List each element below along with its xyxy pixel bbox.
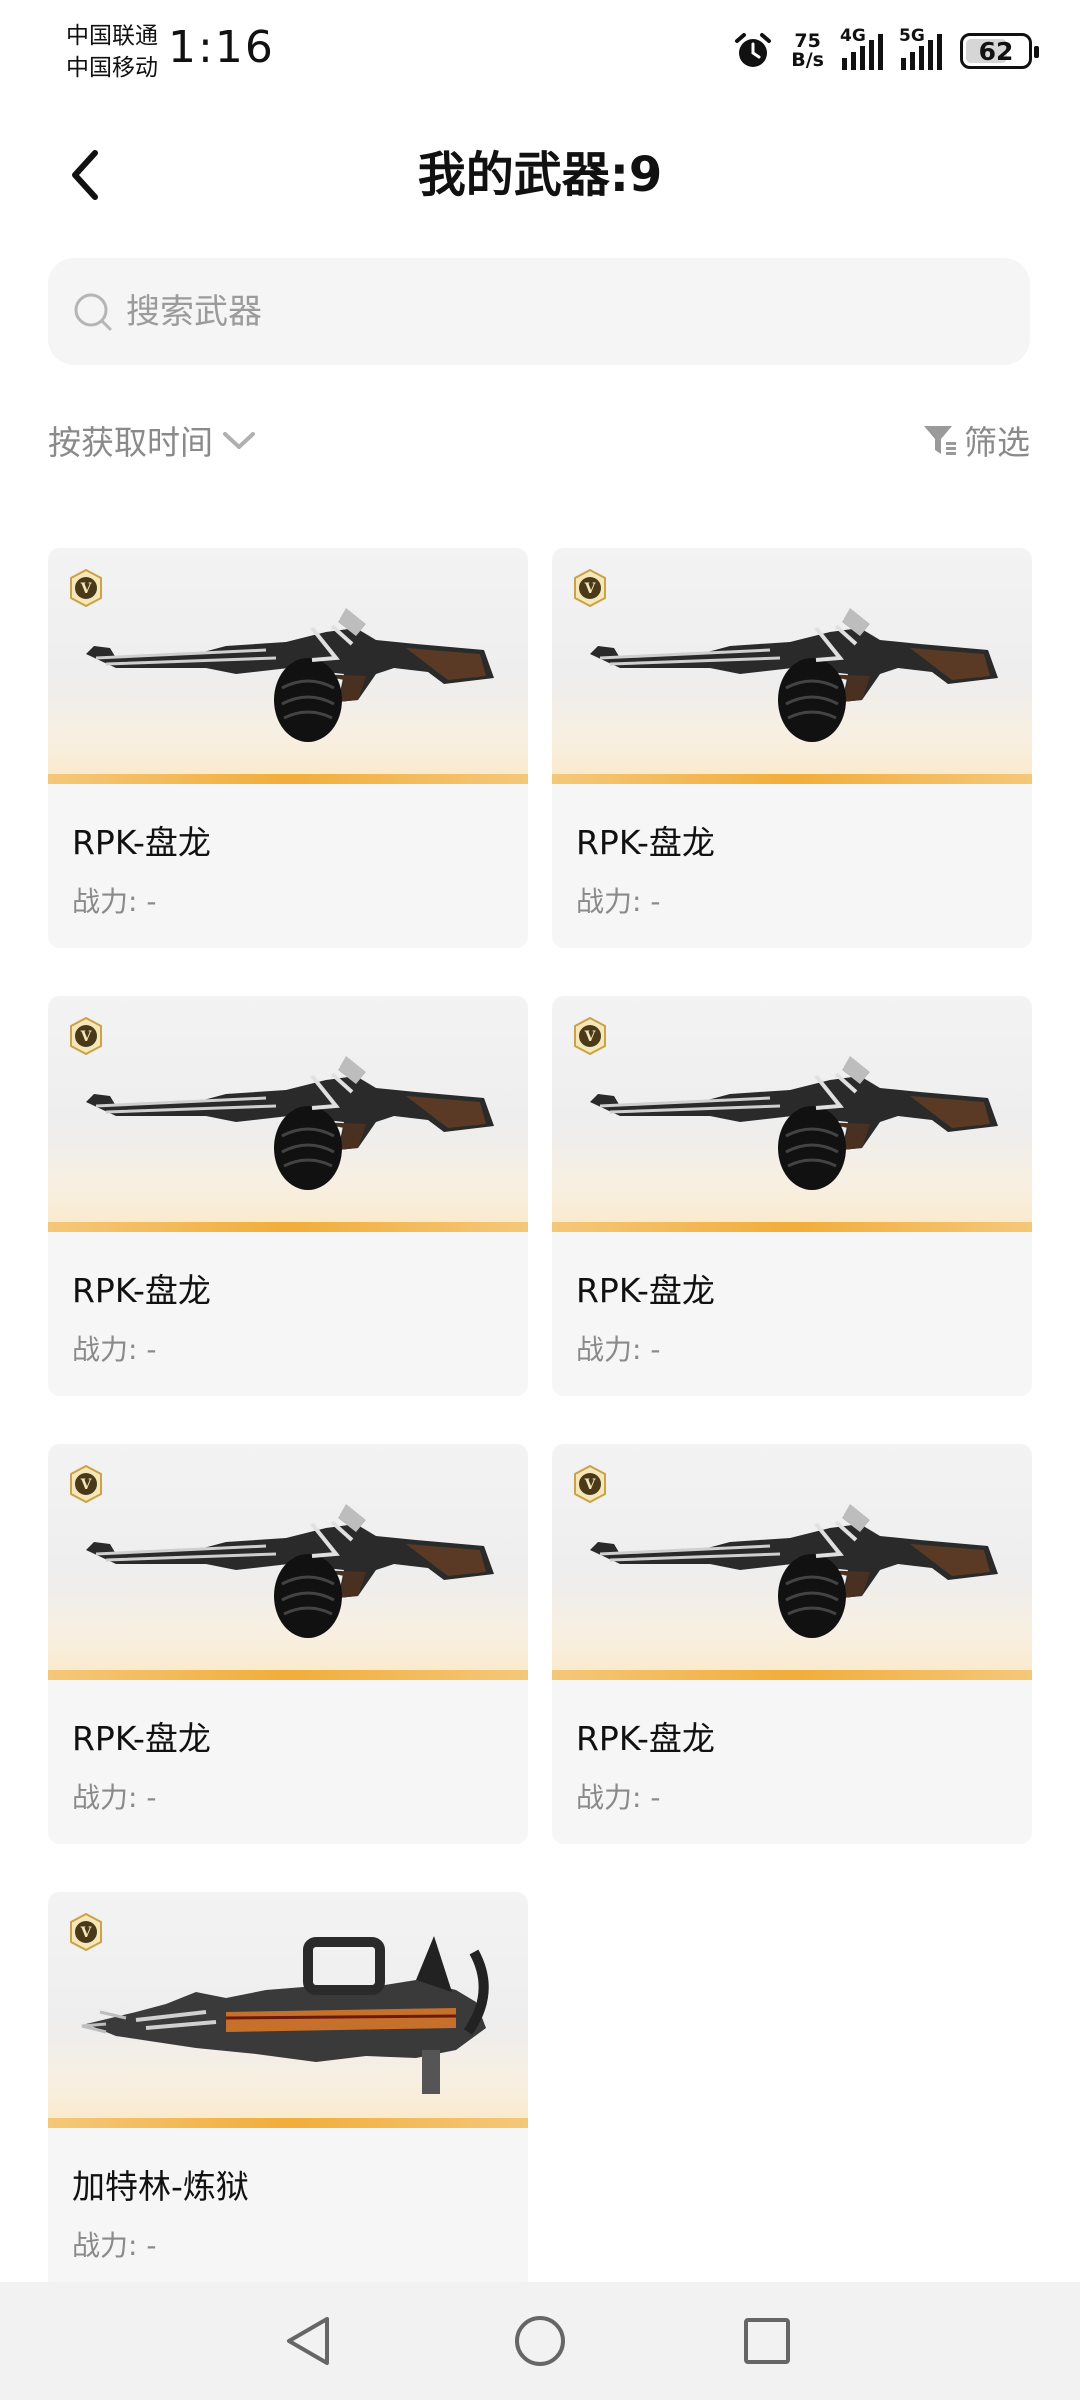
network-type-1: 4G [840, 26, 866, 46]
weapon-card[interactable]: V RPK-盘龙战力: - [552, 548, 1032, 948]
weapon-thumbnail: V [552, 548, 1032, 784]
filter-label: 筛选 [964, 423, 1030, 462]
nav-back-button[interactable] [272, 2306, 342, 2376]
weapon-image-rpk [590, 608, 998, 742]
weapon-image-rpk [86, 1056, 494, 1190]
weapon-thumbnail: V [552, 996, 1032, 1232]
weapon-image-rpk [86, 1504, 494, 1638]
nav-home-button[interactable] [505, 2306, 575, 2376]
carrier-1: 中国联通 [66, 23, 158, 49]
weapon-power: 战力: - [576, 1333, 661, 1366]
carrier-2: 中国移动 [66, 55, 158, 81]
weapon-thumbnail: V [48, 548, 528, 784]
back-triangle-icon [287, 2317, 329, 2365]
carrier-info: 中国联通 中国移动 [66, 20, 158, 84]
nav-recents-button[interactable] [732, 2306, 802, 2376]
search-input[interactable] [126, 291, 986, 332]
filter-icon [924, 426, 956, 455]
network-type-2: 5G [899, 26, 925, 46]
battery-icon: 62 [960, 33, 1039, 69]
weapon-power: 战力: - [72, 885, 157, 918]
weapon-image-rpk [590, 1056, 998, 1190]
chevron-down-icon [223, 432, 255, 449]
weapon-name: RPK-盘龙 [576, 823, 715, 862]
battery-level: 62 [978, 36, 1014, 66]
weapon-image-rpk [86, 608, 494, 742]
weapon-card[interactable]: V RPK-盘龙战力: - [552, 1444, 1032, 1844]
weapon-thumbnail: V [48, 1892, 528, 2128]
sort-label: 按获取时间 [48, 423, 213, 462]
weapon-thumbnail: V [552, 1444, 1032, 1680]
weapon-thumbnail: V [48, 1444, 528, 1680]
weapon-image-rpk [590, 1504, 998, 1638]
status-icons: 75 B/s 4G 5G 62 [733, 26, 1039, 74]
signal-icon-1: 4G [840, 26, 883, 70]
signal-icon-2: 5G [899, 26, 942, 70]
back-button[interactable] [50, 140, 120, 210]
weapon-image-gatling [81, 1936, 489, 2094]
recents-square-icon [744, 2318, 790, 2364]
filter-button[interactable]: 筛选 [922, 410, 1030, 470]
weapon-power: 战力: - [72, 1781, 157, 1814]
home-circle-icon [515, 2316, 565, 2366]
weapon-card[interactable]: V 加特林-炼狱战力: - [48, 1892, 528, 2292]
weapon-power: 战力: - [72, 1333, 157, 1366]
alarm-icon [735, 33, 772, 67]
weapon-name: RPK-盘龙 [72, 1719, 211, 1758]
weapon-power: 战力: - [576, 1781, 661, 1814]
weapon-card[interactable]: V RPK-盘龙战力: - [48, 996, 528, 1396]
app-screen: 中国联通 中国移动 1:16 75 B/s 4G 5G 62 我的武器:9 搜索… [0, 0, 1080, 2400]
weapon-thumbnail: V [48, 996, 528, 1232]
weapon-power: 战力: - [576, 885, 661, 918]
chevron-left-icon [72, 150, 98, 200]
weapon-card[interactable]: V RPK-盘龙战力: - [48, 548, 528, 948]
status-time: 1:16 [168, 22, 275, 73]
network-speed: 75 B/s [791, 32, 824, 70]
weapon-card[interactable]: V RPK-盘龙战力: - [48, 1444, 528, 1844]
weapon-card[interactable]: V RPK-盘龙战力: - [552, 996, 1032, 1396]
page-title: 我的武器:9 [417, 147, 663, 203]
weapon-name: RPK-盘龙 [576, 1271, 715, 1310]
status-bar: 中国联通 中国移动 1:16 75 B/s 4G 5G 62 [0, 0, 1080, 100]
weapon-name: RPK-盘龙 [72, 1271, 211, 1310]
search-bar[interactable] [48, 258, 1030, 365]
weapon-name: 加特林-炼狱 [72, 2167, 249, 2206]
sort-dropdown[interactable]: 按获取时间 [48, 410, 257, 470]
search-icon [74, 293, 112, 330]
system-nav-bar [0, 2282, 1080, 2400]
network-speed-unit: B/s [791, 49, 824, 71]
weapon-name: RPK-盘龙 [576, 1719, 715, 1758]
weapon-name: RPK-盘龙 [72, 823, 211, 862]
weapon-power: 战力: - [72, 2229, 157, 2262]
